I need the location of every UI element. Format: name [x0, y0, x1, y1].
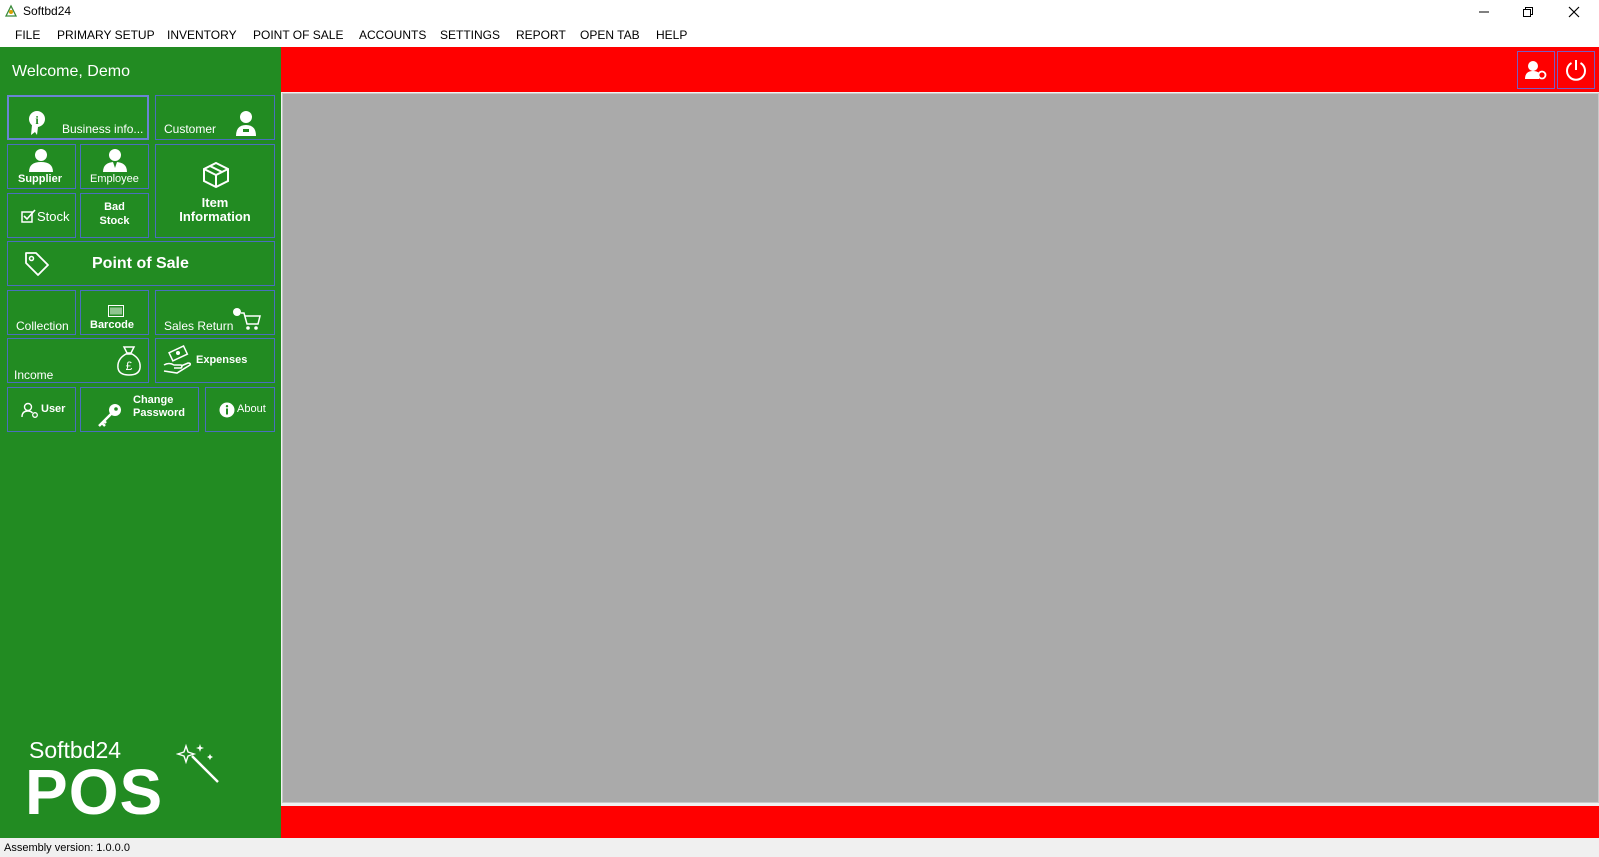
about-label: About: [237, 403, 266, 415]
about-button[interactable]: About: [205, 387, 275, 432]
user-settings-icon: [1525, 61, 1547, 80]
checkbox-icon: [21, 209, 36, 223]
change-password-label-2: Password: [133, 407, 185, 419]
change-password-label-1: Change: [133, 394, 174, 406]
point-of-sale-button[interactable]: Point of Sale: [7, 241, 275, 286]
business-info-button[interactable]: i Business info...: [7, 95, 149, 140]
window-title: Softbd24: [23, 4, 72, 18]
user-settings-button[interactable]: [1517, 51, 1555, 89]
supplier-label: Supplier: [18, 173, 63, 185]
barcode-label: Barcode: [90, 319, 135, 331]
user-settings-icon: [21, 402, 38, 418]
footer-bar: [281, 806, 1599, 838]
expenses-button[interactable]: Expenses: [155, 338, 275, 383]
sidebar: Welcome, Demo i Business info... Custome…: [0, 47, 281, 838]
main-content-area: [282, 93, 1599, 803]
user-button[interactable]: User: [7, 387, 76, 432]
menu-inventory[interactable]: INVENTORY: [167, 28, 237, 42]
customer-label: Customer: [164, 122, 217, 136]
sales-return-button[interactable]: Sales Return: [155, 290, 275, 335]
income-button[interactable]: Income £: [7, 338, 149, 383]
menu-bar: FILE PRIMARY SETUP INVENTORY POINT OF SA…: [0, 23, 1599, 47]
point-of-sale-label: Point of Sale: [92, 255, 189, 272]
item-information-button[interactable]: Item Information: [155, 144, 275, 238]
welcome-label: Welcome, Demo: [12, 63, 130, 80]
menu-primary-setup[interactable]: PRIMARY SETUP: [57, 28, 155, 42]
minimize-button[interactable]: [1461, 0, 1507, 23]
item-information-label-2: Information: [179, 209, 251, 224]
customer-icon: [236, 111, 256, 136]
title-bar: Softbd24: [0, 0, 1599, 23]
key-icon: [98, 404, 121, 427]
item-information-label-1: Item: [201, 195, 229, 210]
box-icon: [203, 161, 229, 189]
collection-label: Collection: [16, 319, 69, 333]
employee-icon: [103, 149, 127, 172]
power-icon: [1566, 60, 1586, 81]
menu-open-tab[interactable]: OPEN TAB: [580, 28, 640, 42]
income-label: Income: [14, 368, 54, 382]
close-button[interactable]: [1551, 0, 1597, 23]
business-info-label: Business info...: [62, 122, 144, 136]
menu-accounts[interactable]: ACCOUNTS: [359, 28, 426, 42]
bad-stock-label-1: Bad: [104, 201, 125, 213]
header-bar: [281, 47, 1599, 92]
assembly-version: Assembly version: 1.0.0.0: [4, 842, 130, 854]
restore-icon: [1523, 6, 1533, 17]
customer-button[interactable]: Customer: [155, 95, 275, 140]
expenses-label: Expenses: [196, 354, 248, 366]
menu-point-of-sale[interactable]: POINT OF SALE: [253, 28, 343, 42]
menu-settings[interactable]: SETTINGS: [440, 28, 500, 42]
magic-wand-icon: [176, 743, 219, 783]
employee-label: Employee: [90, 173, 139, 185]
power-button[interactable]: [1557, 51, 1595, 89]
menu-report[interactable]: REPORT: [516, 28, 566, 42]
stock-button[interactable]: Stock: [7, 193, 76, 238]
cart-icon: [233, 308, 261, 330]
bad-stock-label-2: Stock: [99, 215, 130, 227]
user-label: User: [41, 403, 66, 415]
stock-label: Stock: [37, 209, 70, 224]
info-icon: [219, 402, 235, 418]
restore-button[interactable]: [1505, 0, 1551, 23]
brand-product: POS: [25, 756, 164, 828]
supplier-button[interactable]: Supplier: [7, 144, 76, 189]
menu-file[interactable]: FILE: [15, 28, 40, 42]
minimize-icon: [1479, 11, 1489, 12]
close-icon: [1568, 6, 1580, 17]
svg-text:£: £: [126, 359, 133, 373]
money-bag-icon: £: [117, 346, 141, 376]
app-icon: [4, 4, 18, 17]
hand-money-icon: [163, 345, 192, 374]
barcode-button[interactable]: Barcode: [80, 290, 149, 335]
barcode-icon: [108, 305, 124, 317]
supplier-icon: [29, 149, 53, 172]
tag-icon: [25, 252, 49, 276]
bad-stock-button[interactable]: Bad Stock: [80, 193, 149, 238]
collection-button[interactable]: Collection: [7, 290, 76, 335]
employee-button[interactable]: Employee: [80, 144, 149, 189]
business-info-icon: i: [29, 111, 45, 135]
change-password-button[interactable]: Change Password: [80, 387, 199, 432]
sales-return-label: Sales Return: [164, 319, 234, 333]
menu-help[interactable]: HELP: [656, 28, 687, 42]
